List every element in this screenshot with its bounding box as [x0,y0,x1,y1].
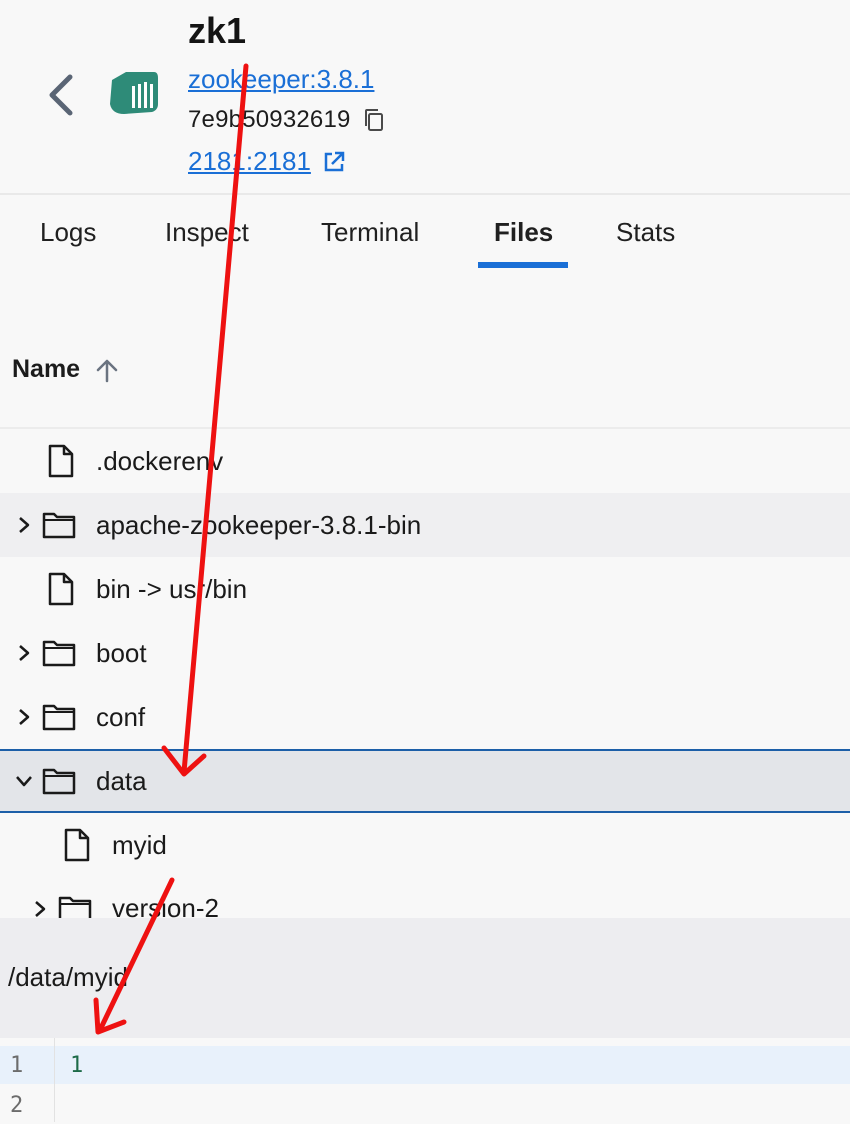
chevron-right-icon[interactable] [14,643,34,663]
chevron-right-icon[interactable] [14,707,34,727]
editor-gutter [0,1038,55,1122]
row-label: bin -> usr/bin [96,573,248,604]
tab-files[interactable]: Files [494,217,553,248]
line-content: 1 [70,1053,84,1078]
file-icon [64,828,90,862]
editor-line[interactable]: 1 1 [0,1046,850,1084]
folder-icon [42,640,76,667]
chevron-down-icon[interactable] [14,771,34,791]
row-label: version-2 [112,893,219,918]
name-column-label: Name [12,355,81,383]
container-name: zk1 [188,10,247,51]
folder-icon [58,896,92,918]
container-id-row: 7e9b50932619 [188,106,387,134]
arrow-up-icon [96,359,118,382]
file-path: /data/myid [8,962,128,992]
folder-icon [42,768,76,795]
port-link[interactable]: 2181:2181 [188,146,311,177]
file-row-bin[interactable]: bin -> usr/bin [0,557,850,621]
chevron-left-icon [49,74,73,116]
port-row: 2181:2181 [188,146,347,177]
file-path-bar: /data/myid [0,918,850,1038]
container-header: zk1 zookeeper:3.8.1 7e9b50932619 2181:21… [0,0,850,195]
external-link-icon[interactable] [321,149,347,175]
file-editor[interactable]: 1 1 2 [0,1038,850,1122]
chevron-right-icon[interactable] [14,515,34,535]
file-row-myid[interactable]: myid [0,813,850,877]
editor-line[interactable]: 2 [0,1086,850,1124]
docker-whale-icon [110,72,158,114]
row-label: boot [96,637,147,668]
row-label: conf [96,701,146,732]
folder-row-apache-zookeeper[interactable]: apache-zookeeper-3.8.1-bin [0,493,850,557]
file-icon [48,444,74,478]
container-id: 7e9b50932619 [188,106,351,133]
file-icon [48,572,74,606]
folder-row-version-2[interactable]: version-2 [0,877,850,918]
row-label: apache-zookeeper-3.8.1-bin [96,509,422,540]
folder-icon [42,704,76,731]
name-column-header[interactable]: Name [12,355,120,384]
tab-terminal[interactable]: Terminal [321,217,419,248]
tab-logs[interactable]: Logs [40,217,96,248]
file-row-dockerenv[interactable]: .dockerenv [0,429,850,493]
folder-icon [42,512,76,539]
row-label: .dockerenv [96,445,224,476]
tab-stats[interactable]: Stats [616,217,675,248]
row-label: myid [112,829,167,860]
image-link[interactable]: zookeeper:3.8.1 [188,64,374,95]
folder-row-conf[interactable]: conf [0,685,850,749]
copy-icon[interactable] [361,107,387,133]
folder-row-boot[interactable]: boot [0,621,850,685]
tab-bar: Logs Inspect Terminal Files Stats [0,195,850,275]
folder-row-data[interactable]: data [0,749,850,813]
chevron-right-icon[interactable] [30,899,50,918]
active-tab-indicator [478,262,568,268]
row-label: data [96,765,147,796]
back-button[interactable] [40,70,80,120]
tab-inspect[interactable]: Inspect [165,217,249,248]
